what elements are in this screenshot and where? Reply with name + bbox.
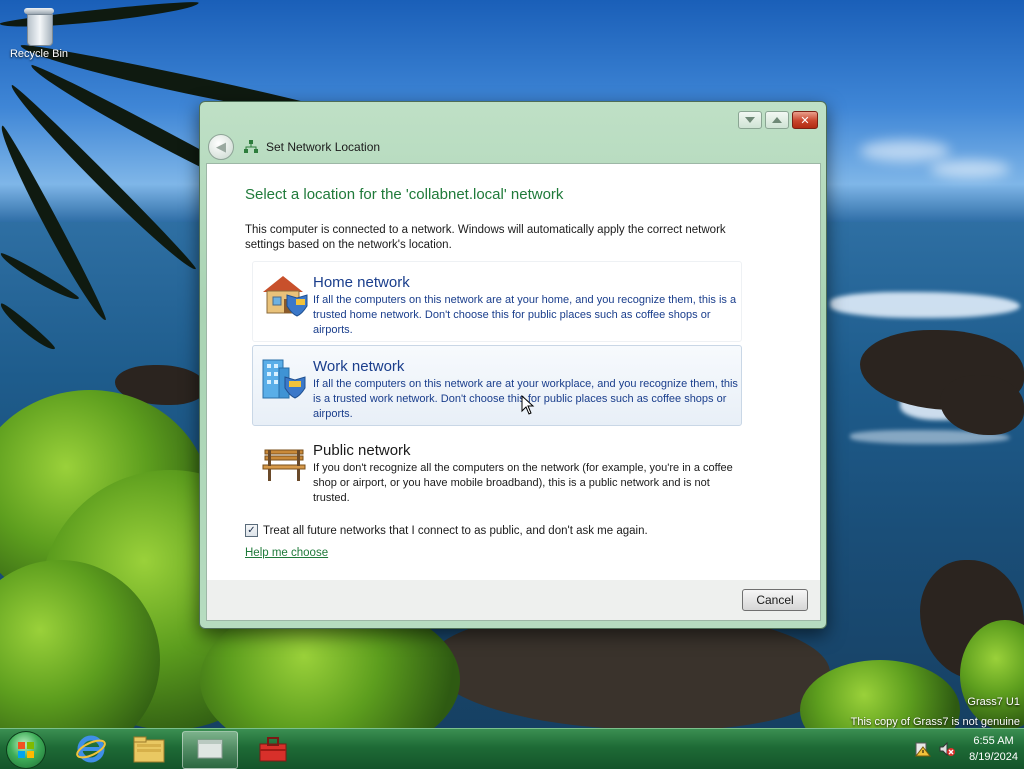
help-me-choose-link[interactable]: Help me choose [245,547,328,559]
recycle-bin[interactable]: Recycle Bin [6,6,72,60]
watermark-edition: Grass7 U1 [967,696,1020,708]
internet-explorer-icon [76,735,106,763]
home-network-description: If all the computers on this network are… [313,294,737,336]
dialog-content: Select a location for the 'collabnet.loc… [206,163,821,581]
work-network-option[interactable]: Work network If all the computers on thi… [252,345,742,426]
system-tray: 6:55 AM 8/19/2024 [907,731,1018,767]
page-heading: Select a location for the 'collabnet.loc… [245,186,564,203]
close-icon: ✕ [800,113,810,127]
action-center-warning-icon[interactable] [915,741,932,757]
house-shield-icon [259,270,309,318]
home-network-option[interactable]: Home network If all the computers on thi… [252,261,742,342]
file-explorer-icon [133,736,165,763]
toolbox-icon [259,737,287,762]
file-explorer-button[interactable] [122,731,176,767]
treat-as-public-label: Treat all future networks that I connect… [263,524,648,537]
public-network-option[interactable]: Public network If you don't recognize al… [252,429,742,510]
back-arrow-icon: ◀ [216,139,226,155]
set-network-location-dialog: ✕ ◀ Set Network Location Select a locati… [199,101,827,629]
window-controls: ✕ [738,111,818,129]
public-network-description: If you don't recognize all the computers… [313,462,733,504]
public-network-title: Public network [313,442,411,459]
park-bench-icon [259,438,309,486]
internet-explorer-button[interactable] [64,731,118,767]
clock[interactable]: 6:55 AM 8/19/2024 [969,733,1018,765]
maximize-button[interactable] [765,111,789,129]
back-button[interactable]: ◀ [208,134,234,160]
genuine-watermark: Grass7 U1 This copy of Grass7 is not gen… [851,692,1020,732]
cancel-button[interactable]: Cancel [742,589,808,611]
start-orb-icon[interactable] [6,731,46,769]
dialog-titlebar: ◀ Set Network Location [208,133,380,161]
network-dialog-icon [197,739,223,759]
treat-as-public-row[interactable]: ✓ Treat all future networks that I conne… [245,524,648,537]
maximize-icon [772,117,782,123]
recycle-bin-label: Recycle Bin [9,48,69,60]
treat-as-public-checkbox[interactable]: ✓ [245,524,258,537]
recycle-bin-icon [23,6,55,46]
volume-muted-icon[interactable] [939,741,956,757]
home-network-title: Home network [313,274,410,291]
minimize-icon [745,117,755,123]
intro-text: This computer is connected to a network.… [245,224,726,251]
clock-time: 6:55 AM [973,735,1014,747]
toolbox-button[interactable] [246,731,300,767]
dialog-title: Set Network Location [266,140,381,154]
minimize-button[interactable] [738,111,762,129]
taskbar: 6:55 AM 8/19/2024 [0,728,1024,769]
close-button[interactable]: ✕ [792,111,818,129]
office-building-shield-icon [259,354,309,402]
network-dialog-button[interactable] [182,731,238,769]
work-network-title: Work network [313,358,405,375]
clock-date: 8/19/2024 [969,751,1018,763]
network-icon [243,139,259,155]
dialog-footer: Cancel [206,580,821,621]
